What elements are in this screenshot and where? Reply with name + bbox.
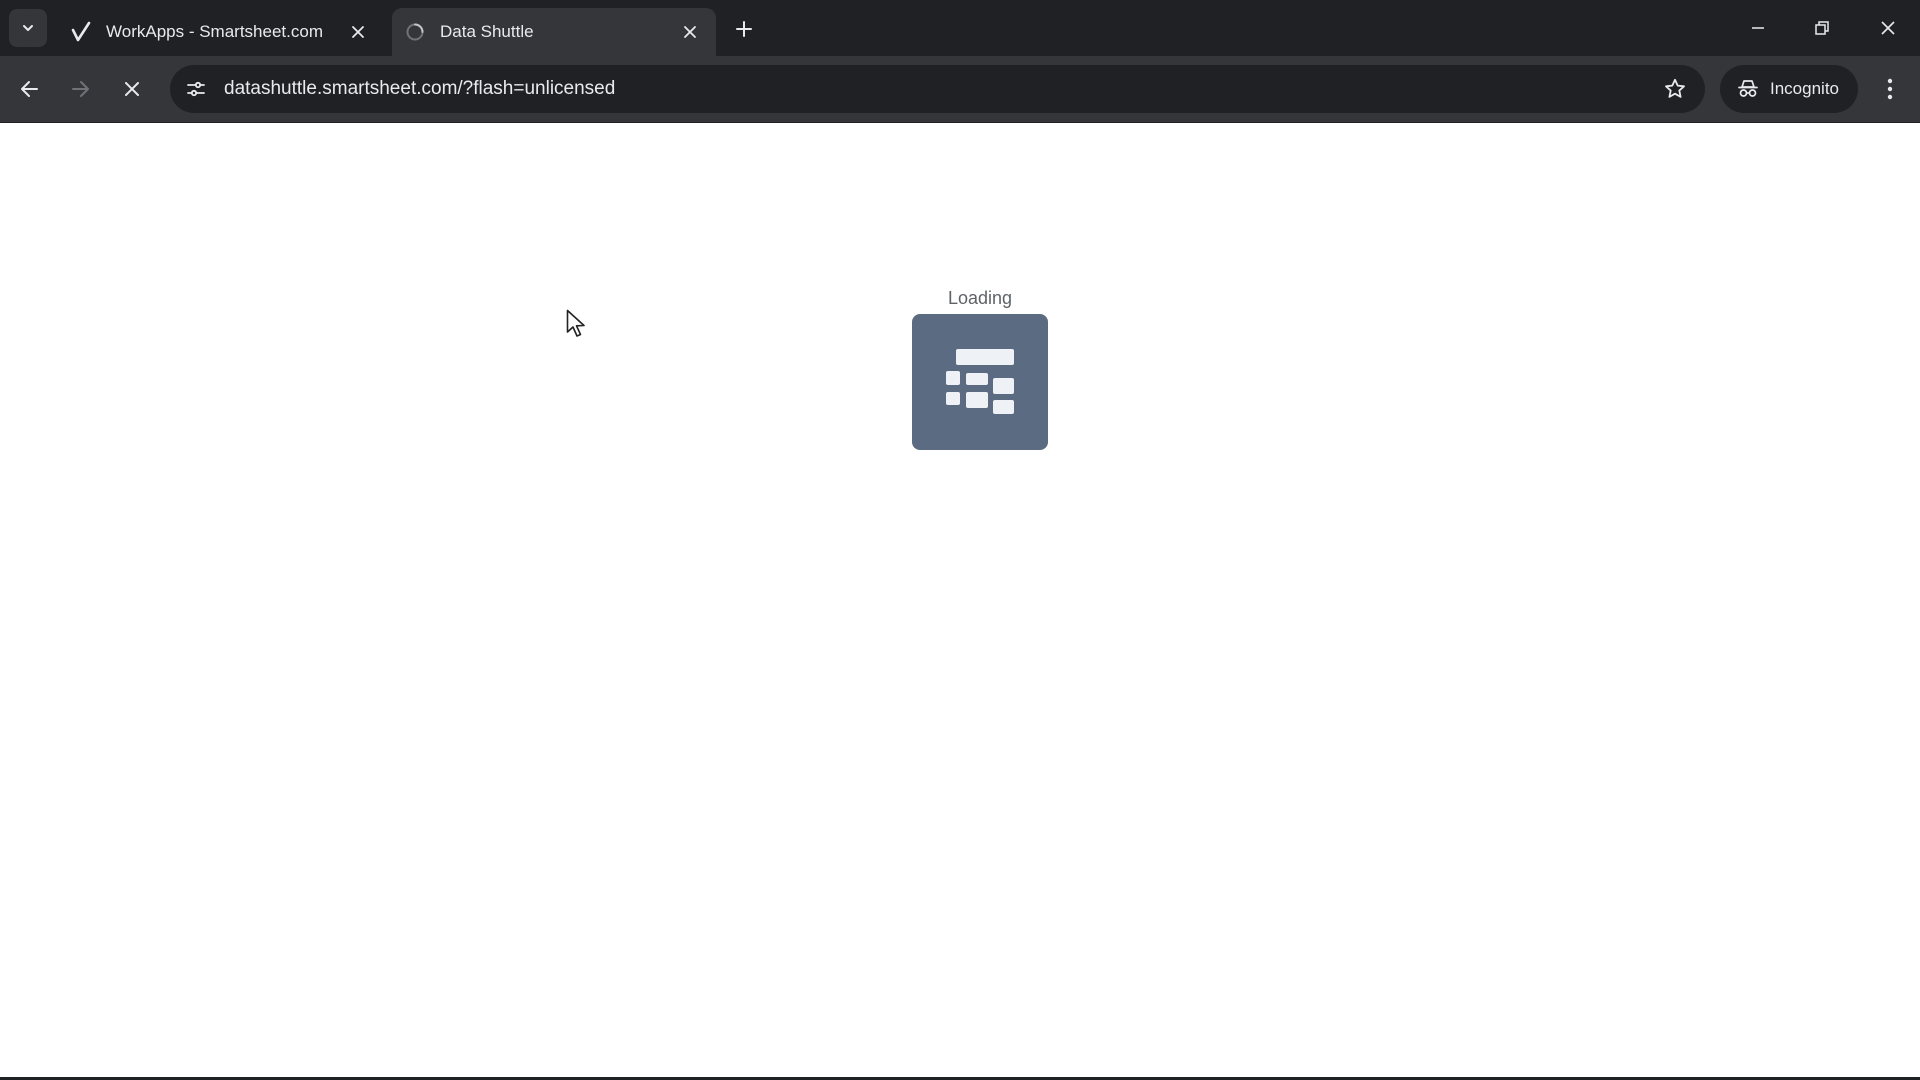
incognito-label: Incognito bbox=[1770, 79, 1839, 98]
browser-window: WorkApps - Smartsheet.com Data Shuttle d… bbox=[0, 0, 1920, 1080]
browser-toolbar: datashuttle.smartsheet.com/?flash=unlice… bbox=[0, 56, 1920, 123]
arrow-left-icon bbox=[21, 81, 38, 97]
close-icon bbox=[1881, 21, 1895, 35]
restore-button[interactable] bbox=[1798, 6, 1846, 50]
close-icon bbox=[684, 26, 696, 38]
stop-loading-button[interactable] bbox=[112, 69, 152, 109]
close-icon bbox=[125, 82, 139, 96]
tab-strip: WorkApps - Smartsheet.com Data Shuttle bbox=[0, 0, 1920, 56]
bookmark-button[interactable] bbox=[1657, 71, 1693, 107]
data-shuttle-logo-icon bbox=[912, 314, 1048, 450]
mouse-cursor-icon bbox=[566, 309, 585, 337]
tab-search-button[interactable] bbox=[9, 9, 47, 47]
plus-icon bbox=[736, 21, 752, 37]
close-icon bbox=[352, 26, 364, 38]
minimize-icon bbox=[1752, 27, 1764, 29]
close-tab-button[interactable] bbox=[676, 18, 704, 46]
address-bar[interactable]: datashuttle.smartsheet.com/?flash=unlice… bbox=[170, 65, 1705, 113]
tune-icon bbox=[187, 81, 205, 97]
tab-title: WorkApps - Smartsheet.com bbox=[106, 22, 323, 41]
url-text[interactable]: datashuttle.smartsheet.com/?flash=unlice… bbox=[224, 78, 1657, 100]
loading-text: Loading bbox=[947, 288, 1013, 308]
star-icon bbox=[1665, 78, 1685, 98]
browser-menu-button[interactable] bbox=[1870, 69, 1910, 109]
loading-spinner-icon bbox=[404, 21, 426, 43]
more-vert-icon bbox=[1887, 78, 1893, 100]
chevron-down-icon bbox=[23, 25, 33, 31]
forward-button[interactable] bbox=[60, 69, 100, 109]
close-window-button[interactable] bbox=[1864, 6, 1912, 50]
close-tab-button[interactable] bbox=[344, 18, 372, 46]
minimize-button[interactable] bbox=[1734, 6, 1782, 50]
incognito-indicator[interactable]: Incognito bbox=[1720, 65, 1858, 113]
tab-title: Data Shuttle bbox=[440, 22, 534, 41]
tab-data-shuttle[interactable]: Data Shuttle bbox=[392, 8, 716, 56]
new-tab-button[interactable] bbox=[728, 13, 760, 45]
site-info-button[interactable] bbox=[178, 71, 214, 107]
smartsheet-check-icon bbox=[70, 21, 92, 43]
restore-icon bbox=[1815, 21, 1829, 35]
arrow-right-icon bbox=[72, 81, 89, 97]
back-button[interactable] bbox=[10, 69, 50, 109]
incognito-icon bbox=[1736, 77, 1760, 101]
page-viewport: Loading bbox=[0, 123, 1920, 1077]
tab-workapps[interactable]: WorkApps - Smartsheet.com bbox=[58, 8, 384, 56]
